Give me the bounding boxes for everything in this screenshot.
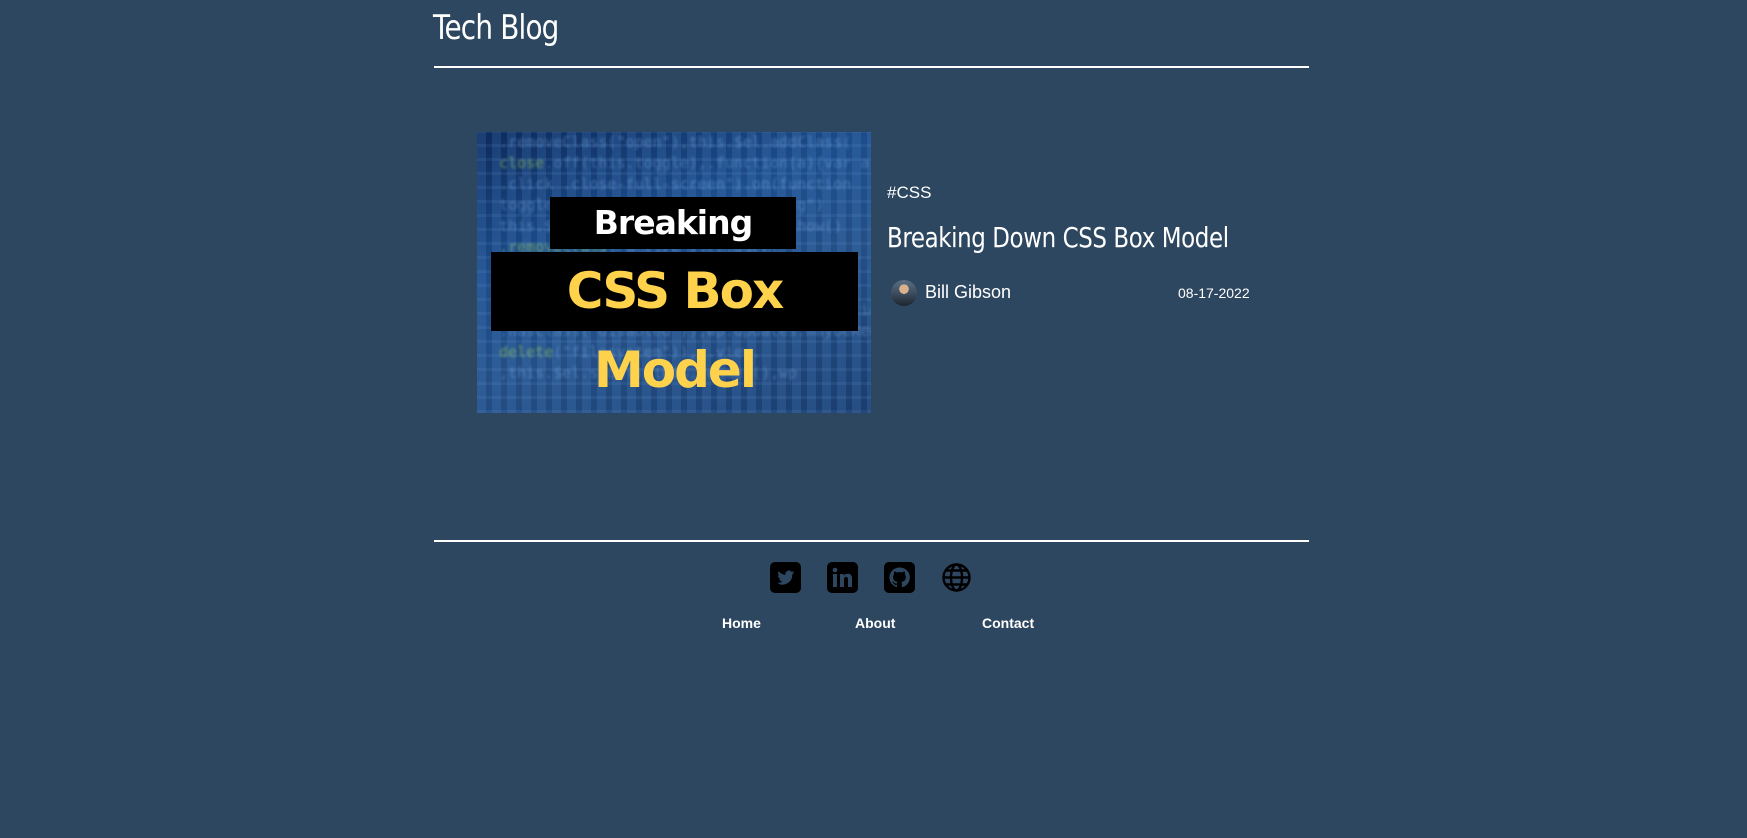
post-tag[interactable]: #CSS [887, 183, 931, 203]
footer-link-contact[interactable]: Contact [982, 615, 1034, 631]
author-name: Bill Gibson [925, 282, 1012, 302]
footer-link-home[interactable]: Home [722, 615, 761, 631]
social-links [770, 562, 972, 593]
github-icon[interactable] [884, 562, 915, 593]
footer-divider [434, 540, 1309, 542]
footer-nav: Home About Contact [0, 615, 1747, 635]
thumbnail-caption-line2: CSS Box Model [491, 252, 858, 399]
globe-icon[interactable] [941, 562, 972, 593]
header-divider [434, 66, 1309, 68]
author-avatar [891, 280, 917, 306]
post-date: 08-17-2022 [1178, 285, 1250, 301]
twitter-icon[interactable] [770, 562, 801, 593]
footer-link-about[interactable]: About [855, 615, 895, 631]
post-title[interactable]: Breaking Down CSS Box Model [887, 221, 1229, 254]
page: Tech Blog .removeClass("open"),this.$el.… [0, 0, 1747, 838]
post-thumbnail[interactable]: .removeClass("open"),this.$el.addClass( … [477, 132, 871, 413]
site-title[interactable]: Tech Blog [433, 8, 559, 48]
linkedin-icon[interactable] [827, 562, 858, 593]
thumbnail-caption-line1: Breaking Down [550, 197, 796, 294]
